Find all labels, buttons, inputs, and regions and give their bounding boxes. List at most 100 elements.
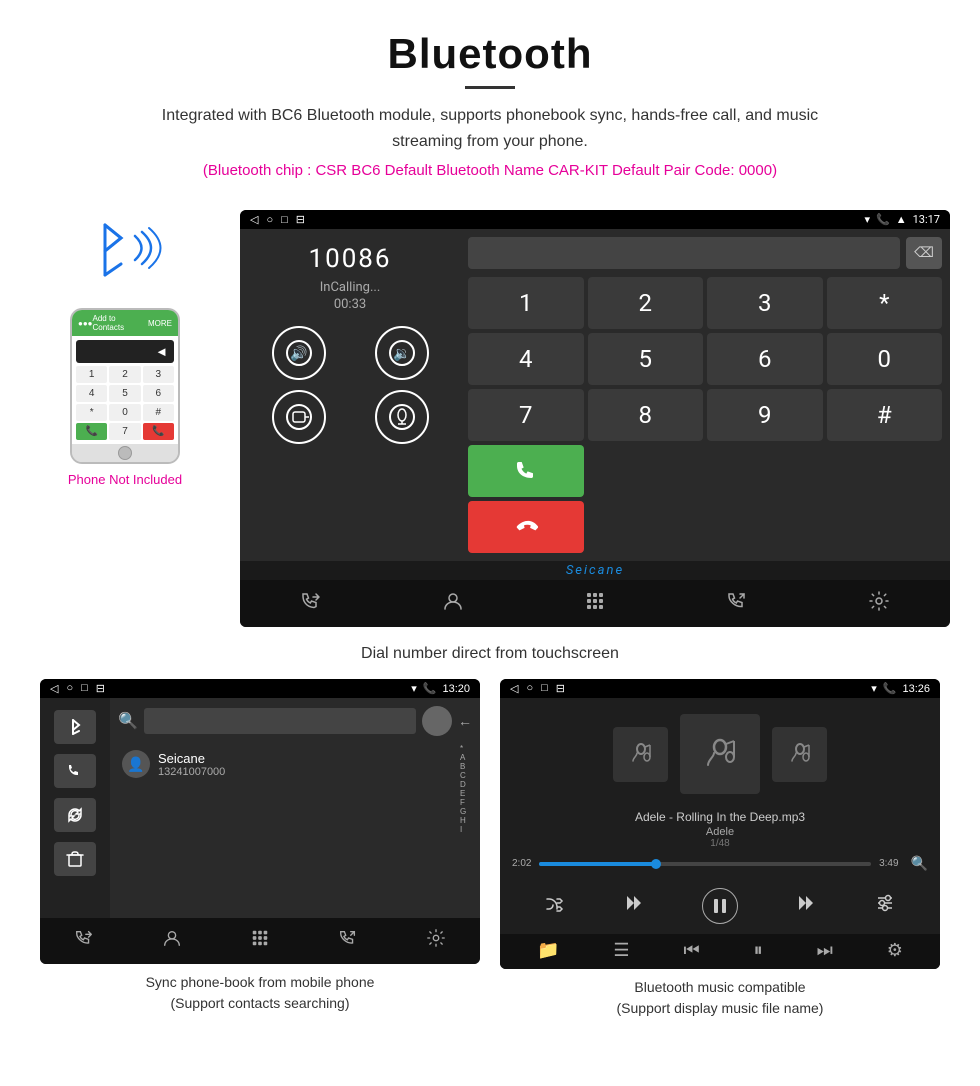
dial-left-panel: 10086 InCalling... 00:33 🔊 🔉 (240, 229, 460, 561)
phone-key-3[interactable]: 3 (143, 366, 174, 383)
phone-home-button[interactable] (118, 446, 132, 460)
nav-keypad[interactable] (584, 590, 606, 617)
call-end-btn[interactable] (468, 501, 584, 553)
delete-btn[interactable]: ⌫ (906, 237, 942, 269)
music-folder-icon[interactable]: 📁 (537, 940, 559, 961)
numkey-9[interactable]: 9 (707, 389, 823, 441)
music-next-icon[interactable]: ⏭ (817, 940, 833, 961)
phone-keypad: 1 2 3 4 5 6 * 0 # 📞 7 📞 (76, 366, 174, 440)
numkey-hash[interactable]: # (827, 389, 943, 441)
home-nav-icon[interactable]: ○ (266, 213, 273, 226)
pb-back-arrow[interactable]: ← (458, 713, 472, 729)
transfer-call-btn[interactable] (272, 390, 326, 444)
numkey-3[interactable]: 3 (707, 277, 823, 329)
play-pause-btn[interactable] (702, 888, 738, 924)
music-song-title: Adele - Rolling In the Deep.mp3 (510, 810, 930, 824)
status-bar-music: ◁ ○ □ ⊟ ▾ 📞 13:26 (500, 679, 940, 698)
pb-recent-icon[interactable]: □ (81, 682, 88, 695)
pb-phone-icon: 📞 (423, 682, 437, 695)
search-field[interactable] (468, 237, 900, 269)
music-prev-icon[interactable]: ⏮ (683, 940, 699, 961)
phone-key-1[interactable]: 1 (76, 366, 107, 383)
pb-nav-keypad[interactable] (250, 928, 270, 954)
alpha-e[interactable]: E (460, 789, 472, 798)
phone-call-btn[interactable]: 📞 (76, 423, 107, 440)
recent-nav-icon[interactable]: □ (281, 213, 288, 226)
music-settings-icon[interactable]: ⚙ (887, 940, 903, 961)
music-play-icon[interactable]: ⏸ (754, 940, 763, 961)
phone-key-hash[interactable]: # (143, 404, 174, 421)
alpha-i[interactable]: I (460, 825, 472, 834)
phone-key-0[interactable]: 0 (109, 404, 140, 421)
phone-key-5[interactable]: 5 (109, 385, 140, 402)
numkey-0[interactable]: 0 (827, 333, 943, 385)
alpha-star[interactable]: * (460, 744, 472, 753)
numkey-1[interactable]: 1 (468, 277, 584, 329)
mute-btn[interactable] (375, 390, 429, 444)
numkey-star[interactable]: * (827, 277, 943, 329)
call-answer-btn[interactable] (468, 445, 584, 497)
alpha-g[interactable]: G (460, 807, 472, 816)
music-back-icon[interactable]: ◁ (510, 682, 518, 695)
alpha-c[interactable]: C (460, 771, 472, 780)
shuffle-btn[interactable] (544, 893, 566, 920)
volume-up-btn[interactable]: 🔊 (272, 326, 326, 380)
phone-key-4[interactable]: 4 (76, 385, 107, 402)
nav-contacts[interactable] (442, 590, 464, 617)
phone-add-contacts: Add to Contacts (93, 314, 149, 332)
pb-time: 13:20 (442, 683, 470, 695)
music-screen: ◁ ○ □ ⊟ ▾ 📞 13:26 (500, 679, 940, 969)
pb-contact-avatar: 👤 (122, 750, 150, 778)
pb-refresh-btn[interactable] (54, 798, 96, 832)
music-list-icon[interactable]: ☰ (613, 940, 629, 961)
numpad: 1 2 3 * 4 5 6 0 7 8 9 # (468, 277, 942, 553)
numkey-8[interactable]: 8 (588, 389, 704, 441)
numkey-4[interactable]: 4 (468, 333, 584, 385)
phone-end-btn[interactable]: 📞 (143, 423, 174, 440)
bottom-nav-bar-pb (40, 918, 480, 964)
alpha-h[interactable]: H (460, 816, 472, 825)
numkey-5[interactable]: 5 (588, 333, 704, 385)
alpha-d[interactable]: D (460, 780, 472, 789)
pb-contact-name: Seicane (158, 751, 225, 766)
back-nav-icon[interactable]: ◁ (250, 213, 258, 226)
music-search-icon[interactable]: 🔍 (911, 855, 928, 872)
alpha-b[interactable]: B (460, 762, 472, 771)
equalizer-btn[interactable] (874, 892, 896, 920)
pb-search-input[interactable] (144, 708, 416, 734)
pb-nav-settings[interactable] (426, 928, 446, 954)
status-right-icons: ▾ 📞 ▲ 13:17 (864, 213, 940, 226)
phone-key-2[interactable]: 2 (109, 366, 140, 383)
phone-key-star[interactable]: * (76, 404, 107, 421)
music-home-icon[interactable]: ○ (526, 682, 533, 695)
pb-contact-number: 13241007000 (158, 766, 225, 778)
phone-key-7[interactable]: 7 (109, 423, 140, 440)
prev-btn[interactable] (623, 892, 645, 920)
dial-controls: 🔊 🔉 (252, 326, 448, 444)
pb-nav-contacts[interactable] (162, 928, 182, 954)
pb-call-btn[interactable] (54, 754, 96, 788)
music-recent-icon[interactable]: □ (541, 682, 548, 695)
album-art-left (613, 727, 668, 782)
music-time: 13:26 (902, 683, 930, 695)
nav-call-transfer[interactable] (300, 590, 322, 617)
numkey-6[interactable]: 6 (707, 333, 823, 385)
nav-phone-out[interactable] (726, 590, 748, 617)
music-progress-bar[interactable] (539, 862, 871, 866)
volume-down-btn[interactable]: 🔉 (375, 326, 429, 380)
pb-nav-phone-out[interactable] (338, 928, 358, 954)
pb-delete-btn[interactable] (54, 842, 96, 876)
pb-contact-item[interactable]: 👤 Seicane 13241007000 (118, 744, 456, 784)
numkey-7[interactable]: 7 (468, 389, 584, 441)
pb-main: 🔍 ← 👤 Seicane 13241007000 (110, 698, 480, 918)
pb-home-icon[interactable]: ○ (66, 682, 73, 695)
pb-nav-call[interactable] (74, 928, 94, 954)
next-btn[interactable] (795, 892, 817, 920)
nav-settings[interactable] (868, 590, 890, 617)
pb-bt-btn[interactable] (54, 710, 96, 744)
alpha-f[interactable]: F (460, 798, 472, 807)
phone-key-6[interactable]: 6 (143, 385, 174, 402)
numkey-2[interactable]: 2 (588, 277, 704, 329)
pb-back-icon[interactable]: ◁ (50, 682, 58, 695)
alpha-a[interactable]: A (460, 753, 472, 762)
